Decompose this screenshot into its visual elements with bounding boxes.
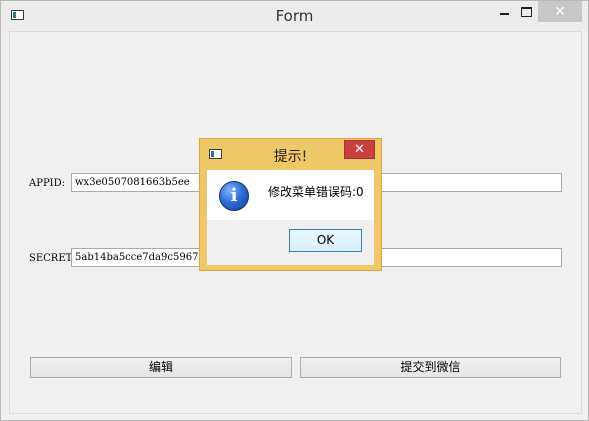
ok-button[interactable]: OK <box>289 229 362 252</box>
edit-button[interactable]: 编辑 <box>30 357 292 378</box>
maximize-button[interactable] <box>513 1 539 22</box>
dialog-content: i 修改菜单错误码:0 <box>207 170 374 220</box>
dialog-close-button[interactable]: ✕ <box>344 140 375 159</box>
close-button[interactable]: ✕ <box>538 1 582 22</box>
title-bar[interactable]: Form ✕ <box>1 1 588 31</box>
minimize-icon <box>499 12 509 15</box>
information-icon: i <box>219 181 249 211</box>
message-dialog: 提示! ✕ i 修改菜单错误码:0 OK <box>199 138 382 271</box>
close-icon: ✕ <box>554 3 566 20</box>
submit-to-wechat-button[interactable]: 提交到微信 <box>300 357 561 378</box>
appid-label: APPID: <box>29 178 66 189</box>
dialog-body: i 修改菜单错误码:0 OK <box>207 170 374 265</box>
secret-label: SECRET <box>29 253 73 264</box>
dialog-title-bar[interactable]: 提示! ✕ <box>200 139 381 170</box>
dialog-message: 修改菜单错误码:0 <box>268 185 364 199</box>
maximize-icon <box>520 6 532 17</box>
close-icon: ✕ <box>354 142 365 157</box>
